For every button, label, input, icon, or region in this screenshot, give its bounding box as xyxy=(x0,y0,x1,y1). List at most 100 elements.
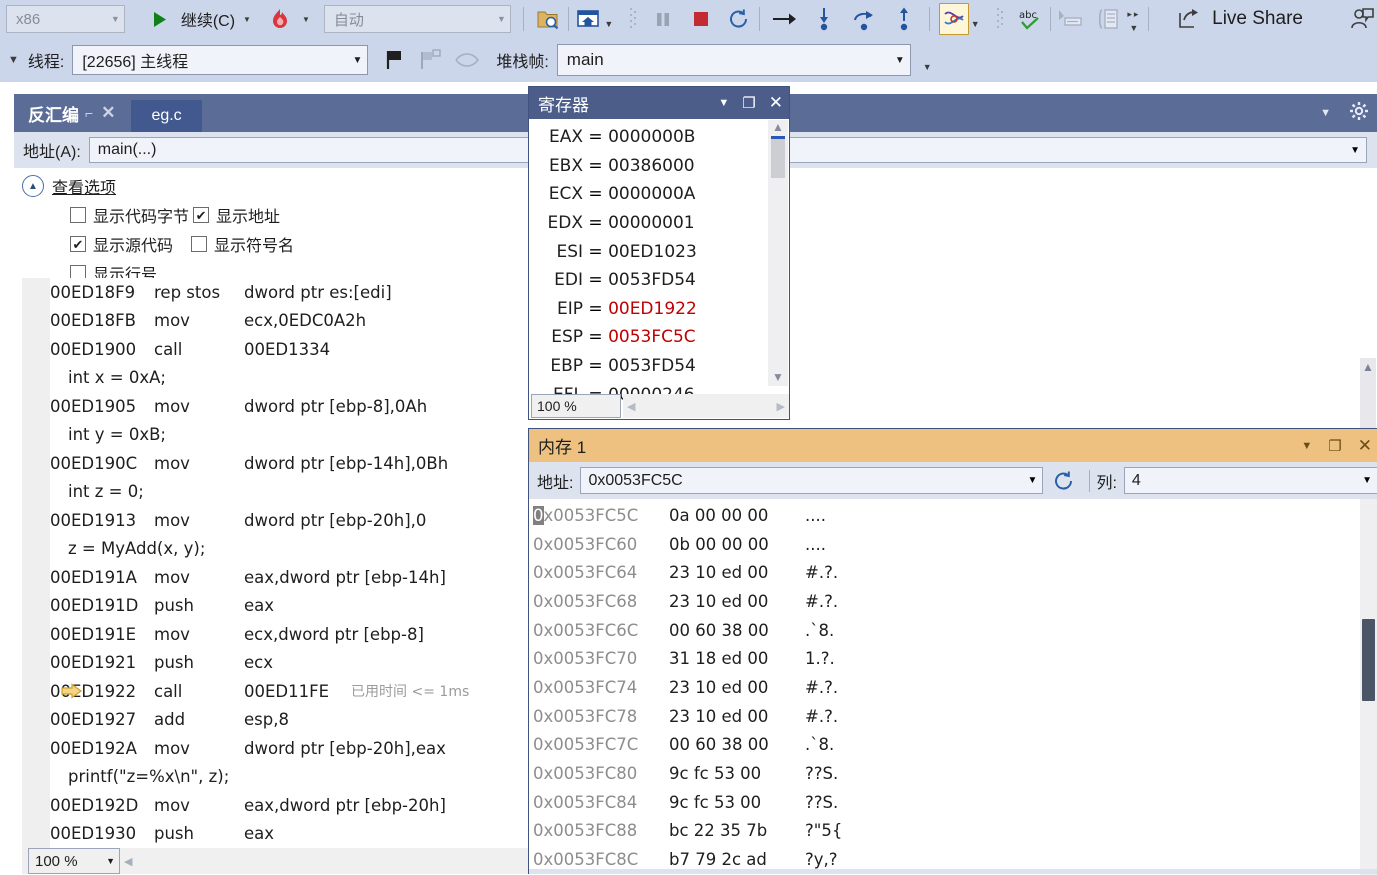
memory-vertical-scrollbar[interactable] xyxy=(1360,499,1377,875)
platform-combo[interactable]: x86 ▼ xyxy=(6,5,125,33)
memory-row[interactable]: 0x0053FC5C 0a 00 00 00.... xyxy=(529,501,1377,530)
memory-dump-list[interactable]: 0x0053FC5C 0a 00 00 00.... 0x0053FC60 0b 00… xyxy=(529,499,1377,875)
memory-row[interactable]: 0x0053FC84 9c fc 53 00 ??S. xyxy=(529,788,1377,817)
register-row[interactable]: EBP = 0053FD54 xyxy=(529,352,769,381)
registers-horizontal-scrollbar[interactable]: ◀ ▶ xyxy=(623,394,789,418)
label-show-address: 显示地址 xyxy=(216,209,281,226)
chevron-down-icon[interactable]: ▼ xyxy=(1354,475,1372,486)
attach-to-process-button[interactable] xyxy=(533,4,563,34)
scroll-left-icon[interactable]: ◀ xyxy=(627,400,635,413)
step-into-button[interactable] xyxy=(809,4,839,34)
register-row[interactable]: ESP = 0053FC5C xyxy=(529,323,769,352)
scroll-right-icon[interactable]: ▶ xyxy=(777,400,785,413)
memory-row[interactable]: 0x0053FC68 23 10 ed 00 #.?. xyxy=(529,587,1377,616)
register-row[interactable]: EIP = 00ED1922 xyxy=(529,295,769,324)
close-icon[interactable]: ✕ xyxy=(101,103,115,123)
register-row[interactable]: EDX = 00000001 xyxy=(529,209,769,238)
memory-row[interactable]: 0x0053FC74 23 10 ed 00 #.?. xyxy=(529,673,1377,702)
continue-dropdown-icon[interactable]: ▼ xyxy=(243,15,251,24)
show-next-statement-button[interactable] xyxy=(573,4,603,34)
gear-icon[interactable] xyxy=(1349,101,1369,126)
step-over-button[interactable] xyxy=(849,4,879,34)
register-row[interactable]: EAX = 0000000B xyxy=(529,123,769,152)
pin-icon[interactable]: ⌐ xyxy=(85,105,93,121)
memory-row[interactable]: 0x0053FC78 23 10 ed 00 #.?. xyxy=(529,702,1377,731)
register-row[interactable]: ECX = 0000000A xyxy=(529,180,769,209)
show-flagged-only-button[interactable] xyxy=(416,45,446,75)
memory-address-input[interactable]: 0x0053FC5C ▼ xyxy=(580,467,1044,494)
register-name: EAX xyxy=(548,127,583,148)
checkbox-show-source-code[interactable]: ✔ xyxy=(70,236,86,252)
memory-row[interactable]: 0x0053FC60 0b 00 00 00.... xyxy=(529,530,1377,559)
continue-play-icon[interactable] xyxy=(145,4,175,34)
stop-debugging-button[interactable] xyxy=(686,4,716,34)
memory-columns-input[interactable]: 4 ▼ xyxy=(1123,467,1377,494)
maximize-icon[interactable]: ❐ xyxy=(1328,437,1341,455)
overflow-toggle[interactable]: ▸▸ ▼ xyxy=(1127,9,1140,33)
spell-check-button[interactable]: abc xyxy=(1015,4,1045,34)
config-combo[interactable]: 自动 ▼ xyxy=(323,5,511,33)
chevron-down-icon: ▼ xyxy=(1129,22,1139,33)
view-options-header[interactable]: ▲ 查看选项 xyxy=(22,174,294,198)
memory-row[interactable]: 0x0053FC88 bc 22 35 7b ?"5{ xyxy=(529,817,1377,846)
person-badge-icon xyxy=(1351,8,1374,29)
registers-list[interactable]: EAX = 0000000B EBX = 00386000 ECX = 000000… xyxy=(529,119,769,404)
maximize-icon[interactable]: ❐ xyxy=(742,94,755,112)
memory-scroll-thumb[interactable] xyxy=(1362,619,1375,701)
intellitrace-button[interactable] xyxy=(938,3,969,35)
toolbar-overflow-icon[interactable]: ▼ xyxy=(8,54,19,66)
scroll-down-icon[interactable]: ▼ xyxy=(772,370,784,386)
disassembly-gutter[interactable] xyxy=(22,278,50,874)
register-row[interactable]: EDI = 0053FD54 xyxy=(529,266,769,295)
register-row[interactable]: ESI = 00ED1023 xyxy=(529,237,769,266)
step-out-button[interactable] xyxy=(889,4,919,34)
checkbox-show-code-bytes[interactable] xyxy=(70,207,86,223)
chevron-down-icon[interactable]: ▼ xyxy=(1350,145,1360,156)
registers-zoom-select[interactable]: 100 % xyxy=(531,394,621,418)
close-icon[interactable]: ✕ xyxy=(769,93,783,113)
run-to-cursor-button[interactable] xyxy=(769,4,799,34)
tab-eg-c[interactable]: eg.c xyxy=(131,100,202,132)
chevron-down-icon[interactable]: ▼ xyxy=(1020,475,1038,486)
checkbox-show-address[interactable]: ✔ xyxy=(193,207,210,223)
chevron-down-icon[interactable]: ▼ xyxy=(1301,440,1312,452)
memory-title-bar[interactable]: 内存 1 ▼ ❐ ✕ xyxy=(529,429,1377,462)
memory-refresh-button[interactable] xyxy=(1049,469,1079,493)
scroll-up-icon[interactable]: ▲ xyxy=(772,120,784,136)
thread-switch-button[interactable] xyxy=(452,45,482,75)
memory-row[interactable]: 0x0053FC6C 00 60 38 00 .`8. xyxy=(529,616,1377,645)
scroll-left-icon[interactable]: ◀ xyxy=(124,855,132,868)
show-next-statement-dropdown-icon[interactable]: ▼ xyxy=(604,20,613,29)
tab-disassembly[interactable]: 反汇编 ⌐ ✕ xyxy=(14,94,131,132)
intellitrace-dropdown-icon[interactable]: ▼ xyxy=(971,20,980,29)
continue-button[interactable]: 继续(C) xyxy=(181,7,235,31)
stack-frame-select[interactable]: main ▼ xyxy=(556,44,911,76)
live-share-button[interactable] xyxy=(1174,4,1204,34)
chevron-down-icon[interactable]: ▼ xyxy=(718,97,729,109)
register-row[interactable]: EBX = 00386000 xyxy=(529,152,769,181)
memory-row[interactable]: 0x0053FC70 31 18 ed 00 1.?. xyxy=(529,644,1377,673)
disassembly-zoom-select[interactable]: 100 % ▼ xyxy=(28,848,120,874)
checkbox-show-symbol-names[interactable] xyxy=(191,236,208,252)
memory-row[interactable]: 0x0053FC64 23 10 ed 00 #.?. xyxy=(529,558,1377,587)
hot-reload-button[interactable] xyxy=(265,4,295,34)
registers-vertical-scrollbar[interactable]: ▲ ▼ xyxy=(768,120,788,386)
chevron-down-icon[interactable]: ▼ xyxy=(1320,107,1331,119)
chevron-up-icon[interactable]: ▲ xyxy=(22,175,44,197)
break-all-button[interactable] xyxy=(648,4,678,34)
comment-button[interactable] xyxy=(1055,4,1085,34)
account-button[interactable] xyxy=(1347,4,1377,34)
live-share-label[interactable]: Live Share xyxy=(1212,8,1303,30)
close-icon[interactable]: ✕ xyxy=(1358,436,1372,456)
indent-button[interactable] xyxy=(1093,4,1123,34)
memory-row[interactable]: 0x0053FC7C 00 60 38 00 .`8. xyxy=(529,731,1377,760)
registers-title-bar[interactable]: 寄存器 ▼ ❐ ✕ xyxy=(529,87,789,119)
memory-horizontal-scrollbar[interactable] xyxy=(529,869,1377,874)
frame-toolbar-overflow-icon[interactable]: ▼ xyxy=(923,63,932,72)
thread-select[interactable]: [22656] 主线程 ▼ xyxy=(72,45,369,75)
hot-reload-dropdown-icon[interactable]: ▼ xyxy=(302,15,310,24)
restart-button[interactable] xyxy=(724,4,754,34)
memory-row[interactable]: 0x0053FC80 9c fc 53 00 ??S. xyxy=(529,759,1377,788)
registers-scroll-thumb[interactable] xyxy=(771,136,785,178)
flag-thread-button[interactable] xyxy=(380,45,410,75)
